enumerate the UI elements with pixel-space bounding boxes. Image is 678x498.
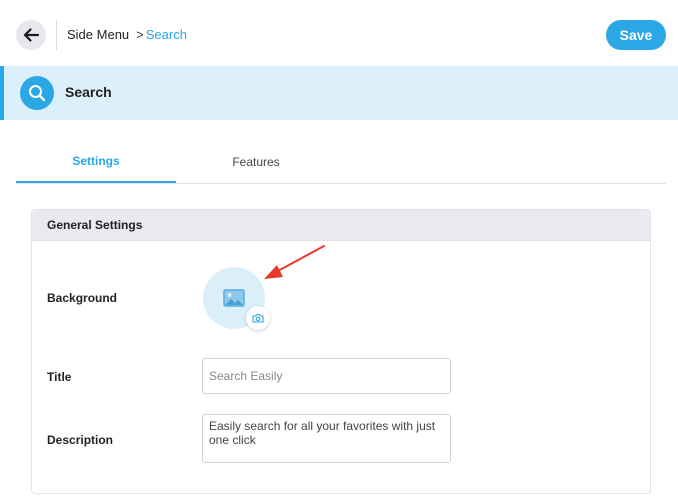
breadcrumb-search: Search xyxy=(145,27,187,42)
breadcrumb: Side Menu > Search xyxy=(67,27,187,42)
title-input[interactable] xyxy=(202,358,451,394)
header-divider xyxy=(56,20,57,50)
background-label: Background xyxy=(47,291,118,305)
banner-title: Search xyxy=(65,84,112,100)
camera-icon xyxy=(252,313,264,323)
general-settings-card: General Settings Background Title Descri… xyxy=(31,209,651,494)
back-button[interactable] xyxy=(16,20,46,50)
section-banner: Search xyxy=(0,66,678,120)
description-input[interactable]: Easily search for all your favorites wit… xyxy=(202,414,451,463)
tab-features[interactable]: Features xyxy=(176,140,336,183)
top-bar: Side Menu > Search Save xyxy=(0,0,678,66)
image-placeholder-icon xyxy=(223,289,245,307)
title-label: Title xyxy=(47,370,72,384)
tab-bar: Settings Features xyxy=(16,140,666,184)
arrow-left-icon xyxy=(23,28,39,42)
search-icon xyxy=(20,76,54,110)
save-button[interactable]: Save xyxy=(606,20,666,50)
upload-image-button[interactable] xyxy=(246,306,270,330)
description-label: Description xyxy=(47,433,114,447)
search-settings-page: Side Menu > Search Save Search Settings … xyxy=(0,0,678,498)
breadcrumb-separator: > xyxy=(136,27,144,42)
breadcrumb-side-menu[interactable]: Side Menu xyxy=(67,27,129,42)
card-heading: General Settings xyxy=(32,210,650,241)
tab-settings[interactable]: Settings xyxy=(16,140,176,183)
